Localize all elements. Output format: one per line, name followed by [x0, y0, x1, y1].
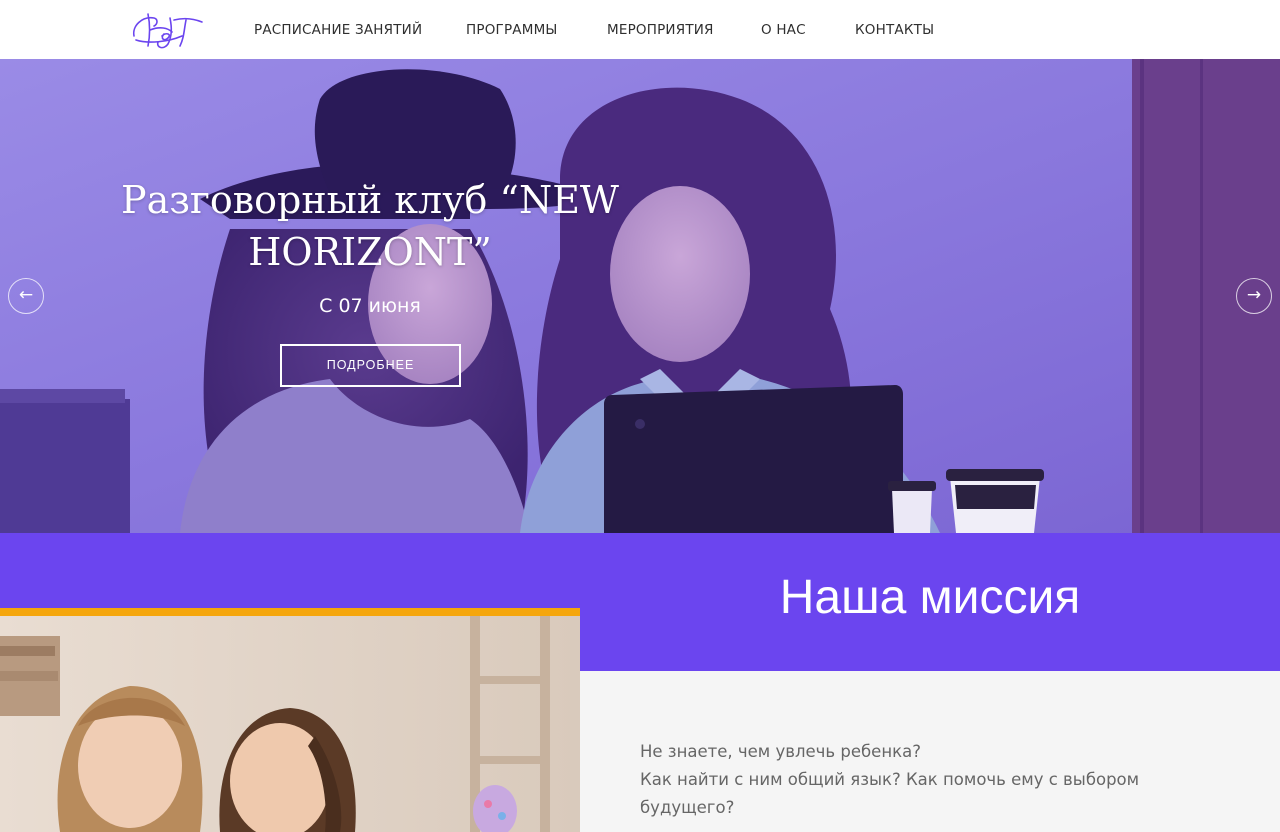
arrow-right-icon: → — [1246, 285, 1262, 305]
hero-slider: Разговорный клуб “NEW HORIZONT” С 07 июн… — [0, 59, 1280, 533]
hero-background-photo — [0, 59, 1280, 533]
hero-date: С 07 июня — [319, 295, 421, 317]
logo[interactable] — [128, 6, 206, 52]
mission-text-line-2: Как найти с ним общий язык? Как помочь е… — [640, 770, 1140, 789]
more-details-button[interactable]: ПОДРОБНЕЕ — [280, 344, 461, 387]
mission-image — [0, 608, 580, 832]
slider-prev-button[interactable]: ← — [8, 278, 44, 314]
mission-text-line-1: Не знаете, чем увлечь ребенка? — [640, 742, 921, 761]
nav-events[interactable]: МЕРОПРИЯТИЯ — [607, 20, 714, 40]
site-header: РАСПИСАНИЕ ЗАНЯТИЙ ПРОГРАММЫ МЕРОПРИЯТИЯ… — [0, 0, 1280, 59]
mission-title: Наша миссия — [779, 571, 1081, 624]
accent-bar — [0, 608, 580, 616]
mission-text-line-3: будущего? — [640, 798, 735, 817]
arrow-left-icon: ← — [18, 285, 34, 305]
slider-next-button[interactable]: → — [1236, 278, 1272, 314]
kids-photo — [0, 616, 580, 832]
hero-title-line-2: HORIZONT” — [248, 230, 492, 274]
nav-about[interactable]: О НАС — [761, 20, 806, 40]
nav-contacts[interactable]: КОНТАКТЫ — [855, 20, 934, 40]
nav-programs[interactable]: ПРОГРАММЫ — [466, 20, 558, 40]
nav-schedule[interactable]: РАСПИСАНИЕ ЗАНЯТИЙ — [254, 20, 422, 40]
hero-title: Разговорный клуб “NEW HORIZONT” — [80, 174, 660, 278]
hero-title-line-1: Разговорный клуб “NEW — [121, 178, 619, 222]
